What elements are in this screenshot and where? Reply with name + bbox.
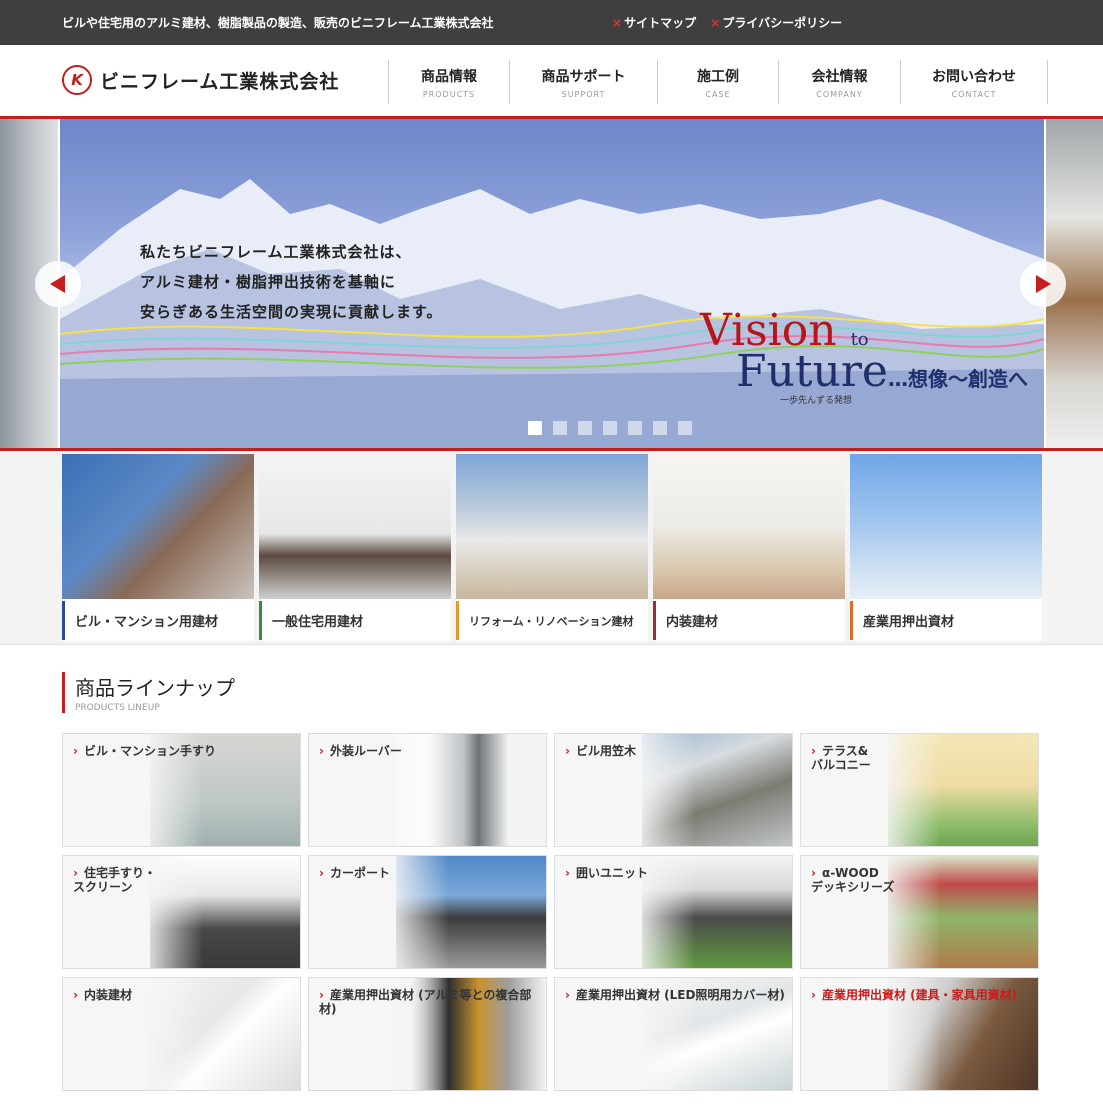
site-tagline: ビルや住宅用のアルミ建材、樹脂製品の製造、販売のビニフレーム工業株式会社 xyxy=(62,16,494,30)
chevron-right-icon: › xyxy=(319,866,324,880)
top-bar: ビルや住宅用のアルミ建材、樹脂製品の製造、販売のビニフレーム工業株式会社 × サイ… xyxy=(0,0,1103,45)
chevron-right-icon: › xyxy=(565,866,570,880)
product-tile[interactable]: › 外装ルーバー xyxy=(308,733,547,847)
slide-dot[interactable] xyxy=(553,421,567,435)
category-card-industrial[interactable]: 産業用押出資材 xyxy=(850,454,1042,641)
chevron-right-icon: › xyxy=(565,988,570,1002)
category-card-reform[interactable]: リフォーム・リノベーション建材 xyxy=(456,454,648,641)
sitemap-link[interactable]: × サイトマップ xyxy=(612,16,696,30)
slider-pagination xyxy=(528,421,703,435)
product-tile[interactable]: › ビル・マンション手すり xyxy=(62,733,301,847)
x-icon: × xyxy=(710,16,721,30)
product-tile[interactable]: › α-WOOD デッキシリーズ xyxy=(800,855,1039,969)
chevron-right-icon: › xyxy=(565,744,570,758)
product-tile[interactable]: › 内装建材 xyxy=(62,977,301,1091)
product-tile[interactable]: › 産業用押出資材 (建具・家具用資材) xyxy=(800,977,1039,1091)
category-photo xyxy=(653,454,845,599)
slide-dot[interactable] xyxy=(653,421,667,435)
arrow-left-icon xyxy=(50,275,65,293)
product-tile[interactable]: › ビル用笠木 xyxy=(554,733,793,847)
hero-slide: 私たちビニフレーム工業株式会社は、 アルミ建材・樹脂押出技術を基軸に 安らぎある… xyxy=(60,119,1044,448)
site-header: K ビニフレーム工業株式会社 商品情報 PRODUCTS 商品サポート SUPP… xyxy=(0,45,1103,117)
nav-case[interactable]: 施工例 CASE xyxy=(657,60,778,104)
hero-slider: 私たちビニフレーム工業株式会社は、 アルミ建材・樹脂押出技術を基軸に 安らぎある… xyxy=(0,116,1103,451)
chevron-right-icon: › xyxy=(811,988,816,1002)
category-card-building[interactable]: ビル・マンション用建材 xyxy=(62,454,254,641)
site-logo[interactable]: K ビニフレーム工業株式会社 xyxy=(62,65,339,95)
category-card-interior[interactable]: 内装建材 xyxy=(653,454,845,641)
category-photo xyxy=(259,454,451,599)
utility-links: × サイトマップ × プライバシーポリシー xyxy=(612,14,852,31)
category-band: ビル・マンション用建材 一般住宅用建材 リフォーム・リノベーション建材 内装建材… xyxy=(0,451,1103,645)
privacy-policy-link[interactable]: × プライバシーポリシー xyxy=(710,16,842,30)
category-photo xyxy=(850,454,1042,599)
next-slide-button[interactable] xyxy=(1020,261,1066,307)
nav-products[interactable]: 商品情報 PRODUCTS xyxy=(388,60,509,104)
nav-company[interactable]: 会社情報 COMPANY xyxy=(778,60,900,104)
chevron-right-icon: › xyxy=(319,988,324,1002)
product-tile[interactable]: › テラス& バルコニー xyxy=(800,733,1039,847)
previous-slide-button[interactable] xyxy=(35,261,81,307)
product-tile[interactable]: › 産業用押出資材 (アルミ等との複合部材) xyxy=(308,977,547,1091)
product-tile[interactable]: › カーポート xyxy=(308,855,547,969)
category-card-house[interactable]: 一般住宅用建材 xyxy=(259,454,451,641)
slide-dot[interactable] xyxy=(628,421,642,435)
category-photo xyxy=(456,454,648,599)
product-tile[interactable]: › 囲いユニット xyxy=(554,855,793,969)
nav-support[interactable]: 商品サポート SUPPORT xyxy=(509,60,657,104)
vision-to-future-logo: Vision to Future…想像〜創造へ 一歩先んずる発想 xyxy=(700,305,1028,406)
chevron-right-icon: › xyxy=(811,866,816,880)
lineup-heading: 商品ラインナップ PRODUCTS LINEUP xyxy=(62,672,235,713)
chevron-right-icon: › xyxy=(73,866,78,880)
global-nav: 商品情報 PRODUCTS 商品サポート SUPPORT 施工例 CASE 会社… xyxy=(388,60,1048,104)
chevron-right-icon: › xyxy=(319,744,324,758)
slide-dot[interactable] xyxy=(678,421,692,435)
logo-mark-icon: K xyxy=(62,65,92,95)
hero-message: 私たちビニフレーム工業株式会社は、 アルミ建材・樹脂押出技術を基軸に 安らぎある… xyxy=(140,243,443,321)
nav-contact[interactable]: お問い合わせ CONTACT xyxy=(900,60,1048,104)
chevron-right-icon: › xyxy=(73,744,78,758)
category-photo xyxy=(62,454,254,599)
slide-dot[interactable] xyxy=(528,421,542,435)
arrow-right-icon xyxy=(1036,275,1051,293)
product-tile[interactable]: › 住宅手すり・ スクリーン xyxy=(62,855,301,969)
slide-dot[interactable] xyxy=(578,421,592,435)
product-tile[interactable]: › 産業用押出資材 (LED照明用カバー材) xyxy=(554,977,793,1091)
x-icon: × xyxy=(612,16,623,30)
chevron-right-icon: › xyxy=(73,988,78,1002)
slide-dot[interactable] xyxy=(603,421,617,435)
logo-text: ビニフレーム工業株式会社 xyxy=(100,70,340,93)
chevron-right-icon: › xyxy=(811,744,816,758)
